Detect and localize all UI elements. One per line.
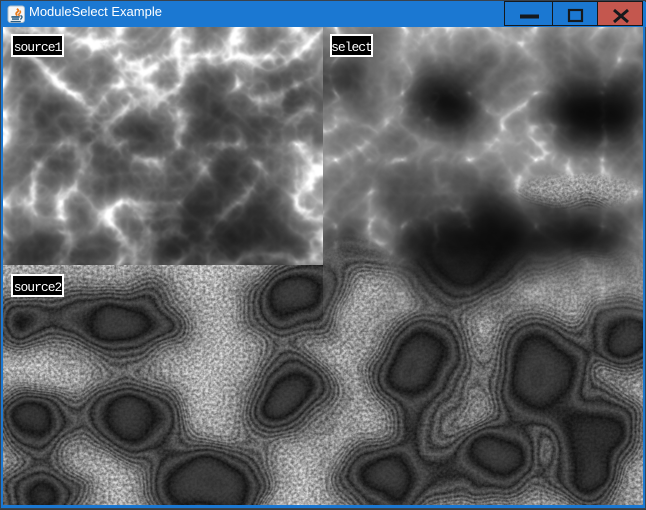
svg-text:source1: source1 [14, 40, 63, 55]
svg-text:source2: source2 [14, 280, 62, 295]
svg-text:select: select [331, 40, 372, 55]
